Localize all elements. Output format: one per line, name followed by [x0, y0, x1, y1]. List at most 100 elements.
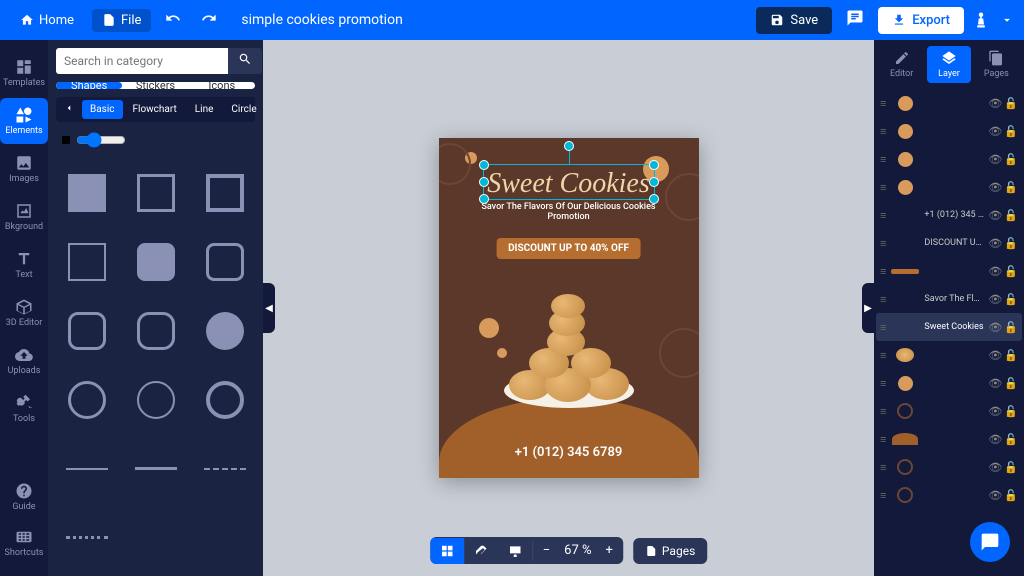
document-title[interactable]: simple cookies promotion [241, 12, 402, 28]
shape-rounded-outline3[interactable] [125, 300, 186, 361]
shape-rounded-outline2[interactable] [56, 300, 117, 361]
layer-row[interactable]: ≡ 👁🔓 [876, 257, 1022, 285]
visibility-toggle[interactable]: 👁 [988, 321, 1002, 334]
zoom-in[interactable]: + [596, 537, 623, 564]
lock-toggle[interactable]: 🔓 [1004, 265, 1018, 278]
selection-box[interactable] [483, 164, 655, 200]
sidebar-background[interactable]: Bkground [0, 194, 48, 240]
subcat-circle[interactable]: Circle [223, 100, 264, 119]
resize-handle-bl[interactable] [479, 194, 489, 204]
comments-button[interactable] [840, 5, 870, 35]
drag-handle[interactable]: ≡ [880, 405, 886, 418]
drag-handle[interactable]: ≡ [880, 433, 886, 446]
shape-square-outline-thick[interactable] [194, 162, 255, 223]
rp-tab-layer[interactable]: Layer [927, 46, 970, 83]
subcat-prev[interactable] [58, 99, 80, 120]
lock-toggle[interactable]: 🔓 [1004, 461, 1018, 474]
save-button[interactable]: Save [756, 7, 832, 34]
visibility-toggle[interactable]: 👁 [988, 153, 1002, 166]
visibility-toggle[interactable]: 👁 [988, 377, 1002, 390]
resize-handle-tr[interactable] [649, 160, 659, 170]
sidebar-guide[interactable]: Guide [0, 474, 48, 520]
sidebar-uploads[interactable]: Uploads [0, 338, 48, 384]
redo-button[interactable] [195, 6, 223, 34]
visibility-toggle[interactable]: 👁 [988, 97, 1002, 110]
eraser-button[interactable] [464, 538, 498, 564]
lock-toggle[interactable]: 🔓 [1004, 153, 1018, 166]
shape-square-fill[interactable] [56, 162, 117, 223]
sidebar-shortcuts[interactable]: Shortcuts [0, 520, 48, 566]
size-slider[interactable] [76, 132, 126, 148]
visibility-toggle[interactable]: 👁 [988, 265, 1002, 278]
layer-row[interactable]: ≡+1 (012) 345 6789👁🔓 [876, 201, 1022, 229]
drag-handle[interactable]: ≡ [880, 209, 886, 222]
export-button[interactable]: Export [878, 7, 964, 34]
poster[interactable]: Sweet Cookies Savor The Flavors Of Our D… [439, 138, 699, 478]
subcat-line[interactable]: Line [187, 100, 222, 119]
lock-toggle[interactable]: 🔓 [1004, 433, 1018, 446]
visibility-toggle[interactable]: 👁 [988, 293, 1002, 306]
shape-circle-outline[interactable] [56, 369, 117, 430]
visibility-toggle[interactable]: 👁 [988, 125, 1002, 138]
layer-row[interactable]: ≡👁🔓 [876, 145, 1022, 173]
drag-handle[interactable]: ≡ [880, 125, 886, 138]
shape-circle-fill[interactable] [194, 300, 255, 361]
visibility-toggle[interactable]: 👁 [988, 405, 1002, 418]
drag-handle[interactable]: ≡ [880, 237, 886, 250]
lock-toggle[interactable]: 🔓 [1004, 237, 1018, 250]
lock-toggle[interactable]: 🔓 [1004, 349, 1018, 362]
chess-icon[interactable] [972, 9, 990, 31]
rp-tab-pages[interactable]: Pages [975, 46, 1018, 83]
layer-row[interactable]: ≡DISCOUNT UP TO 4👁🔓 [876, 229, 1022, 257]
resize-handle-br[interactable] [649, 194, 659, 204]
lock-toggle[interactable]: 🔓 [1004, 181, 1018, 194]
drag-handle[interactable]: ≡ [880, 265, 886, 278]
layer-row[interactable]: ≡ 👁🔓 [876, 173, 1022, 201]
lock-toggle[interactable]: 🔓 [1004, 209, 1018, 222]
drag-handle[interactable]: ≡ [880, 377, 886, 390]
drag-handle[interactable]: ≡ [880, 181, 886, 194]
undo-button[interactable] [159, 6, 187, 34]
visibility-toggle[interactable]: 👁 [988, 461, 1002, 474]
layer-row[interactable]: ≡👁🔓 [876, 425, 1022, 453]
layer-row[interactable]: ≡ 👁🔓 [876, 397, 1022, 425]
layer-row[interactable]: ≡Sweet Cookies👁🔓 [876, 313, 1022, 341]
poster-discount-badge[interactable]: DISCOUNT UP TO 40% OFF [496, 238, 641, 259]
tab-icons[interactable]: Icons [189, 82, 255, 89]
lock-toggle[interactable]: 🔓 [1004, 405, 1018, 418]
visibility-toggle[interactable]: 👁 [988, 181, 1002, 194]
visibility-toggle[interactable]: 👁 [988, 349, 1002, 362]
shape-line-solid2[interactable] [125, 438, 186, 499]
lock-toggle[interactable]: 🔓 [1004, 97, 1018, 110]
shape-circle-outline2[interactable] [125, 369, 186, 430]
layer-row[interactable]: ≡👁🔓 [876, 117, 1022, 145]
pages-button[interactable]: Pages [633, 538, 707, 564]
shape-line-dash[interactable] [194, 438, 255, 499]
drag-handle[interactable]: ≡ [880, 461, 886, 474]
layer-row[interactable]: ≡ 👁🔓 [876, 453, 1022, 481]
collapse-right[interactable]: ▶ [862, 283, 874, 333]
drag-handle[interactable]: ≡ [880, 293, 886, 306]
shape-square-outline[interactable] [125, 162, 186, 223]
resize-handle-tl[interactable] [479, 160, 489, 170]
subcat-basic[interactable]: Basic [82, 100, 123, 119]
rp-tab-editor[interactable]: Editor [880, 46, 923, 83]
collapse-left[interactable]: ◀ [263, 283, 275, 333]
visibility-toggle[interactable]: 👁 [988, 209, 1002, 222]
drag-handle[interactable]: ≡ [880, 97, 886, 110]
sidebar-3d-editor[interactable]: 3D Editor [0, 290, 48, 336]
home-button[interactable]: Home [10, 9, 84, 32]
shape-line-dot[interactable] [56, 507, 117, 568]
shape-rounded-outline[interactable] [194, 231, 255, 292]
sidebar-templates[interactable]: Templates [0, 50, 48, 96]
chevron-down-icon[interactable] [1000, 13, 1014, 27]
grid-toggle[interactable] [430, 538, 464, 564]
layer-row[interactable]: ≡👁🔓 [876, 481, 1022, 509]
sidebar-images[interactable]: Images [0, 146, 48, 192]
layer-row[interactable]: ≡ 👁🔓 [876, 89, 1022, 117]
subcat-flowchart[interactable]: Flowchart [125, 100, 185, 119]
lock-toggle[interactable]: 🔓 [1004, 377, 1018, 390]
layer-row[interactable]: ≡👁🔓 [876, 341, 1022, 369]
rotate-handle[interactable] [564, 141, 574, 151]
lock-toggle[interactable]: 🔓 [1004, 293, 1018, 306]
